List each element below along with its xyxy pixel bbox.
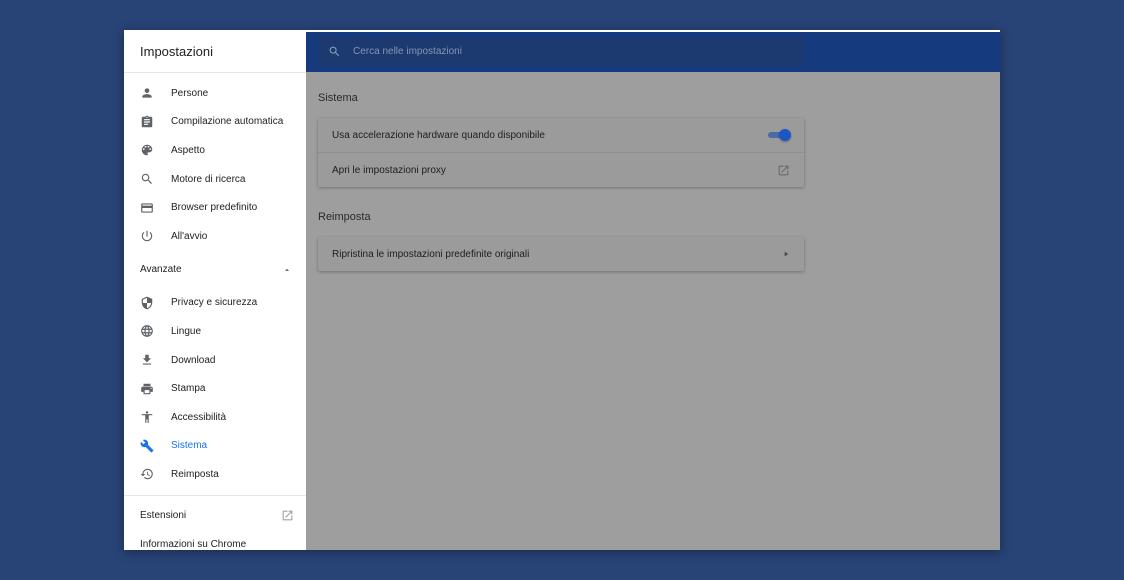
sidebar-item-aspetto[interactable]: Aspetto <box>124 136 306 165</box>
arrow-up-icon <box>284 268 290 271</box>
sidebar-item-label: Reimposta <box>171 468 219 480</box>
arrow-right-icon <box>784 251 789 257</box>
palette-icon <box>140 143 154 157</box>
advanced-label: Avanzate <box>140 264 182 276</box>
sidebar-item-allavvio[interactable]: All'avvio <box>124 222 306 251</box>
sidebar-item-label: Lingue <box>171 325 202 337</box>
about-label: Informazioni su Chrome <box>140 539 247 550</box>
sidebar-item-label: Motore di ricerca <box>171 173 246 185</box>
search-box[interactable] <box>318 37 804 66</box>
sidebar-item-motore-di-ricerca[interactable]: Motore di ricerca <box>124 165 306 194</box>
advanced-toggle[interactable]: Avanzate <box>124 251 306 289</box>
download-icon <box>140 353 154 367</box>
sidebar-item-label: Stampa <box>171 383 206 395</box>
sidebar-item-stampa[interactable]: Stampa <box>124 374 306 403</box>
sidebar-item-label: Persone <box>171 87 209 99</box>
sidebar-item-lingue[interactable]: Lingue <box>124 317 306 346</box>
search-icon <box>140 172 154 186</box>
settings-window: Impostazioni Persone Compilazione automa… <box>124 30 1000 550</box>
sidebar-item-accessibilita[interactable]: Accessibilità <box>124 403 306 432</box>
sidebar-item-informazioni[interactable]: Informazioni su Chrome <box>124 532 306 550</box>
proxy-settings-row[interactable]: Apri le impostazioni proxy <box>318 152 804 187</box>
open-in-new-icon <box>778 165 789 175</box>
wrench-icon <box>140 439 154 453</box>
system-card: Usa accelerazione hardware quando dispon… <box>318 118 804 187</box>
extensions-label: Estensioni <box>140 510 187 522</box>
sidebar-item-label: All'avvio <box>171 230 208 242</box>
shield-icon <box>140 296 154 310</box>
restore-defaults-row[interactable]: Ripristina le impostazioni predefinite o… <box>318 237 804 271</box>
sidebar-item-browser-predefinito[interactable]: Browser predefinito <box>124 193 306 222</box>
open-in-new-icon <box>282 510 293 521</box>
sidebar-item-label: Aspetto <box>171 144 205 156</box>
section-title-sistema: Sistema <box>318 92 358 104</box>
printer-icon <box>140 382 154 396</box>
proxy-settings-label: Apri le impostazioni proxy <box>332 164 446 176</box>
sidebar-item-reimposta[interactable]: Reimposta <box>124 460 306 489</box>
drawer-title: Impostazioni <box>124 30 306 73</box>
sidebar-item-estensioni[interactable]: Estensioni <box>124 500 306 532</box>
browser-icon <box>140 201 154 215</box>
search-icon <box>329 46 340 57</box>
sidebar-item-label: Sistema <box>171 440 208 452</box>
sidebar-item-label: Privacy e sicurezza <box>171 297 258 309</box>
person-icon <box>140 86 154 100</box>
sidebar-item-label: Download <box>171 354 216 366</box>
accessibility-icon <box>140 410 154 424</box>
globe-icon <box>140 324 154 338</box>
hardware-acceleration-row[interactable]: Usa accelerazione hardware quando dispon… <box>318 118 804 152</box>
sidebar-item-download[interactable]: Download <box>124 346 306 375</box>
sidebar-item-label: Compilazione automatica <box>171 116 284 128</box>
drawer-divider <box>124 494 306 496</box>
power-icon <box>140 229 154 243</box>
restore-defaults-label: Ripristina le impostazioni predefinite o… <box>332 248 530 260</box>
toggle-knob <box>779 129 791 141</box>
sidebar-item-compilazione[interactable]: Compilazione automatica <box>124 108 306 137</box>
sidebar-item-persone[interactable]: Persone <box>124 79 306 108</box>
clipboard-icon <box>140 115 154 129</box>
sidebar-item-sistema[interactable]: Sistema <box>124 432 306 461</box>
sidebar-item-privacy[interactable]: Privacy e sicurezza <box>124 289 306 318</box>
sidebar-item-label: Accessibilità <box>171 411 227 423</box>
top-bar <box>306 30 1000 72</box>
main-content: Sistema Usa accelerazione hardware quand… <box>306 72 1000 550</box>
search-input[interactable] <box>351 45 775 58</box>
hardware-acceleration-label: Usa accelerazione hardware quando dispon… <box>332 129 545 141</box>
reset-card: Ripristina le impostazioni predefinite o… <box>318 237 804 271</box>
history-icon <box>140 467 154 481</box>
settings-drawer: Impostazioni Persone Compilazione automa… <box>124 30 306 550</box>
section-title-reimposta: Reimposta <box>318 211 371 223</box>
sidebar-item-label: Browser predefinito <box>171 202 258 214</box>
hardware-acceleration-toggle[interactable] <box>768 129 791 141</box>
